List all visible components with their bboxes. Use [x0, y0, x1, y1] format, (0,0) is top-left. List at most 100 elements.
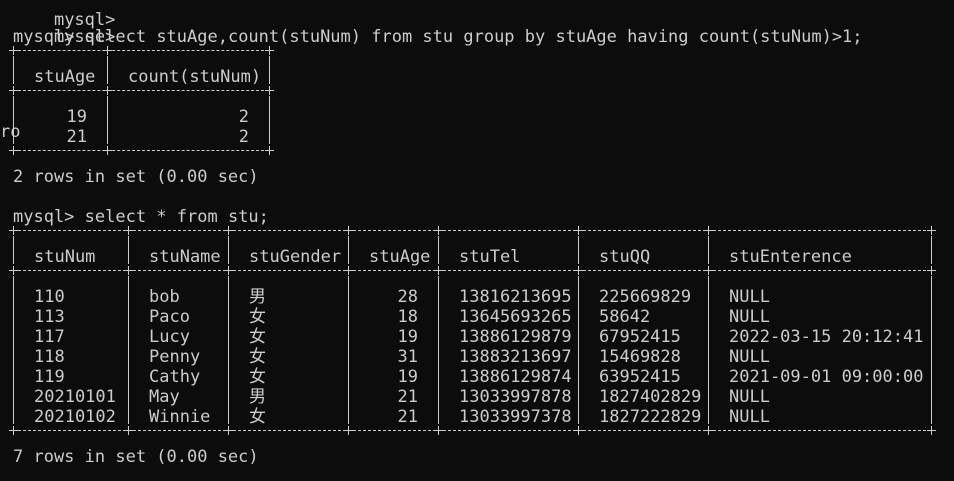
- table-cell: 男: [249, 387, 266, 407]
- table-cell: 13886129874: [459, 367, 572, 387]
- table-border: [348, 276, 349, 424]
- table-cell: 21: [66, 127, 87, 147]
- result-summary-2: 7 rows in set (0.00 sec): [13, 447, 259, 467]
- table-cell: 女: [249, 307, 266, 327]
- column-header: count(stuNum): [128, 67, 262, 87]
- table-corner: [265, 46, 274, 55]
- table-cell: 13883213697: [459, 347, 572, 367]
- table-corner: [103, 46, 112, 55]
- table-border: [13, 430, 931, 431]
- table-corner: [103, 86, 112, 95]
- table-border: [13, 50, 269, 51]
- table-cell: 19: [397, 367, 418, 387]
- table-corner: [574, 426, 583, 435]
- table-cell: 28: [397, 287, 418, 307]
- table-corner: [9, 266, 18, 275]
- table-cell: 19: [66, 107, 87, 127]
- table-corner: [704, 426, 713, 435]
- table-cell: 21: [397, 407, 418, 427]
- table-cell: 58642: [599, 307, 651, 327]
- table-border: [438, 236, 439, 264]
- table-border: [107, 96, 108, 144]
- table-cell: 19: [397, 327, 418, 347]
- column-header: stuQQ: [599, 247, 651, 267]
- table-cell: 13886129879: [459, 327, 572, 347]
- table-border: [228, 276, 229, 424]
- table-cell: 2021-09-01 09:00:00: [729, 367, 924, 387]
- table-cell: 113: [34, 307, 65, 327]
- table-border: [269, 56, 270, 84]
- table-cell: 1827222829: [599, 407, 702, 427]
- table-border: [13, 90, 269, 91]
- table-border: [107, 56, 108, 84]
- table-cell: 110: [34, 287, 65, 307]
- table-corner: [344, 266, 353, 275]
- table-border: [13, 276, 14, 424]
- table-border: [269, 96, 270, 144]
- column-header: stuGender: [249, 247, 342, 267]
- table-corner: [124, 266, 133, 275]
- table-border: [708, 276, 709, 424]
- table-cell: 女: [249, 347, 266, 367]
- column-header: stuName: [149, 247, 221, 267]
- result-table-1: stuAge count(stuNum) 19 2 21 2: [9, 46, 274, 157]
- table-cell: 63952415: [599, 367, 681, 387]
- table-cell: 13033997378: [459, 407, 572, 427]
- table-cell: 15469828: [599, 347, 681, 367]
- table-corner: [927, 266, 936, 275]
- table-corner: [124, 226, 133, 235]
- table-cell: 13033997878: [459, 387, 572, 407]
- result-table-2: stuNum stuName stuGender stuAge stuTel stuQQ s…: [9, 226, 936, 437]
- table-border: [13, 56, 14, 84]
- prompt-line: mysql>: [13, 7, 115, 47]
- result-summary-1: 2 rows in set (0.00 sec): [13, 167, 259, 187]
- table-cell: 2022-03-15 20:12:41: [729, 327, 924, 347]
- column-header: stuEnterence: [729, 247, 852, 267]
- table-corner: [574, 226, 583, 235]
- table-corner: [9, 46, 18, 55]
- table-corner: [9, 426, 18, 435]
- prompt-text: mysql>: [13, 27, 75, 47]
- table-cell: 13816213695: [459, 287, 572, 307]
- table-corner: [224, 226, 233, 235]
- table-border: [13, 96, 14, 144]
- table-cell: 20210102: [34, 407, 116, 427]
- terminal-window[interactable]: mysql> mysql> mysql> select stuAge,count…: [0, 0, 954, 481]
- table-corner: [344, 426, 353, 435]
- table-corner: [344, 226, 353, 235]
- table-corner: [9, 146, 18, 155]
- table-cell: 2: [238, 127, 249, 147]
- table-cell: Paco: [149, 307, 190, 327]
- table-corner: [9, 86, 18, 95]
- table-border: [578, 276, 579, 424]
- table-cell: Penny: [149, 347, 201, 367]
- table-cell: NULL: [729, 407, 770, 427]
- table-cell: NULL: [729, 287, 770, 307]
- query-text: select stuAge,count(stuNum) from stu gro…: [84, 27, 863, 47]
- column-header: stuTel: [459, 247, 521, 267]
- table-cell: Winnie: [149, 407, 211, 427]
- table-corner: [434, 426, 443, 435]
- table-corner: [224, 426, 233, 435]
- query-text: select * from stu;: [84, 207, 269, 227]
- table-cell: 18: [397, 307, 418, 327]
- table-cell: 118: [34, 347, 65, 367]
- column-header: stuAge: [34, 67, 96, 87]
- table-cell: Cathy: [149, 367, 201, 387]
- table-cell: Lucy: [149, 327, 190, 347]
- column-header: stuAge: [369, 247, 431, 267]
- table-border: [13, 230, 931, 231]
- table-corner: [434, 226, 443, 235]
- table-border: [128, 276, 129, 424]
- table-cell: 2: [238, 107, 249, 127]
- table-corner: [265, 146, 274, 155]
- table-cell: 男: [249, 287, 266, 307]
- table-corner: [927, 226, 936, 235]
- table-cell: 1827402829: [599, 387, 702, 407]
- query-line-1: mysql> select stuAge,count(stuNum) from …: [13, 27, 863, 47]
- table-corner: [265, 86, 274, 95]
- table-cell: 女: [249, 367, 266, 387]
- table-corner: [124, 426, 133, 435]
- table-cell: bob: [149, 287, 180, 307]
- table-border: [708, 236, 709, 264]
